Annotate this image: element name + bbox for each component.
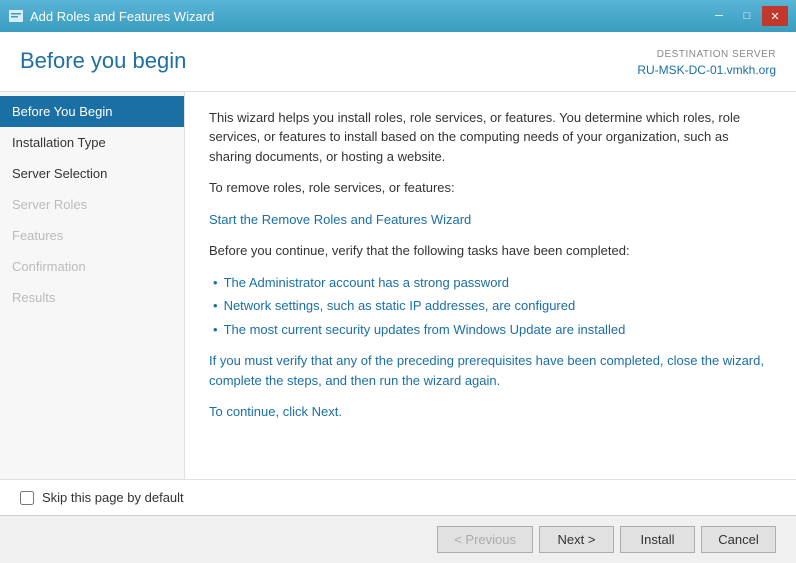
main-container: Before you begin DESTINATION SERVER RU-M… [0, 32, 796, 563]
bullet-item-2: Network settings, such as static IP addr… [213, 296, 772, 316]
sidebar-item-server-selection[interactable]: Server Selection [0, 158, 184, 189]
remove-heading: To remove roles, role services, or featu… [209, 178, 772, 198]
next-button[interactable]: Next > [539, 526, 614, 553]
content-area: This wizard helps you install roles, rol… [185, 92, 796, 479]
sidebar-item-results: Results [0, 282, 184, 313]
skip-area: Skip this page by default [0, 479, 796, 515]
install-button[interactable]: Install [620, 526, 695, 553]
destination-name: RU-MSK-DC-01.vmkh.org [637, 62, 776, 79]
title-bar-left: Add Roles and Features Wizard [8, 8, 214, 24]
page-header: Before you begin DESTINATION SERVER RU-M… [0, 32, 796, 92]
previous-button[interactable]: < Previous [437, 526, 533, 553]
wizard-icon [8, 8, 24, 24]
cancel-button[interactable]: Cancel [701, 526, 776, 553]
bullet-item-1: The Administrator account has a strong p… [213, 273, 772, 293]
sidebar-item-features: Features [0, 220, 184, 251]
restore-button[interactable]: □ [734, 6, 760, 26]
minimize-button[interactable]: ─ [706, 6, 732, 26]
close-button[interactable]: ✕ [762, 6, 788, 26]
prereq-note: If you must verify that any of the prece… [209, 351, 772, 390]
bullet-list: The Administrator account has a strong p… [209, 273, 772, 340]
skip-label[interactable]: Skip this page by default [42, 490, 184, 505]
title-bar: Add Roles and Features Wizard ─ □ ✕ [0, 0, 796, 32]
bullet-item-3: The most current security updates from W… [213, 320, 772, 340]
window-title: Add Roles and Features Wizard [30, 9, 214, 24]
intro-text: This wizard helps you install roles, rol… [209, 108, 772, 167]
continue-text: To continue, click Next. [209, 402, 772, 422]
verify-heading: Before you continue, verify that the fol… [209, 241, 772, 261]
destination-label: DESTINATION SERVER [637, 48, 776, 62]
destination-server-info: DESTINATION SERVER RU-MSK-DC-01.vmkh.org [637, 48, 776, 79]
remove-link[interactable]: Start the Remove Roles and Features Wiza… [209, 212, 471, 227]
sidebar-item-server-roles: Server Roles [0, 189, 184, 220]
sidebar-item-confirmation: Confirmation [0, 251, 184, 282]
sidebar: Before You Begin Installation Type Serve… [0, 92, 185, 479]
page-title: Before you begin [20, 48, 186, 74]
footer: < Previous Next > Install Cancel [0, 515, 796, 563]
sidebar-item-before-you-begin[interactable]: Before You Begin [0, 96, 184, 127]
body-container: Before You Begin Installation Type Serve… [0, 92, 796, 479]
skip-checkbox[interactable] [20, 491, 34, 505]
window-controls: ─ □ ✕ [706, 6, 788, 26]
sidebar-item-installation-type[interactable]: Installation Type [0, 127, 184, 158]
